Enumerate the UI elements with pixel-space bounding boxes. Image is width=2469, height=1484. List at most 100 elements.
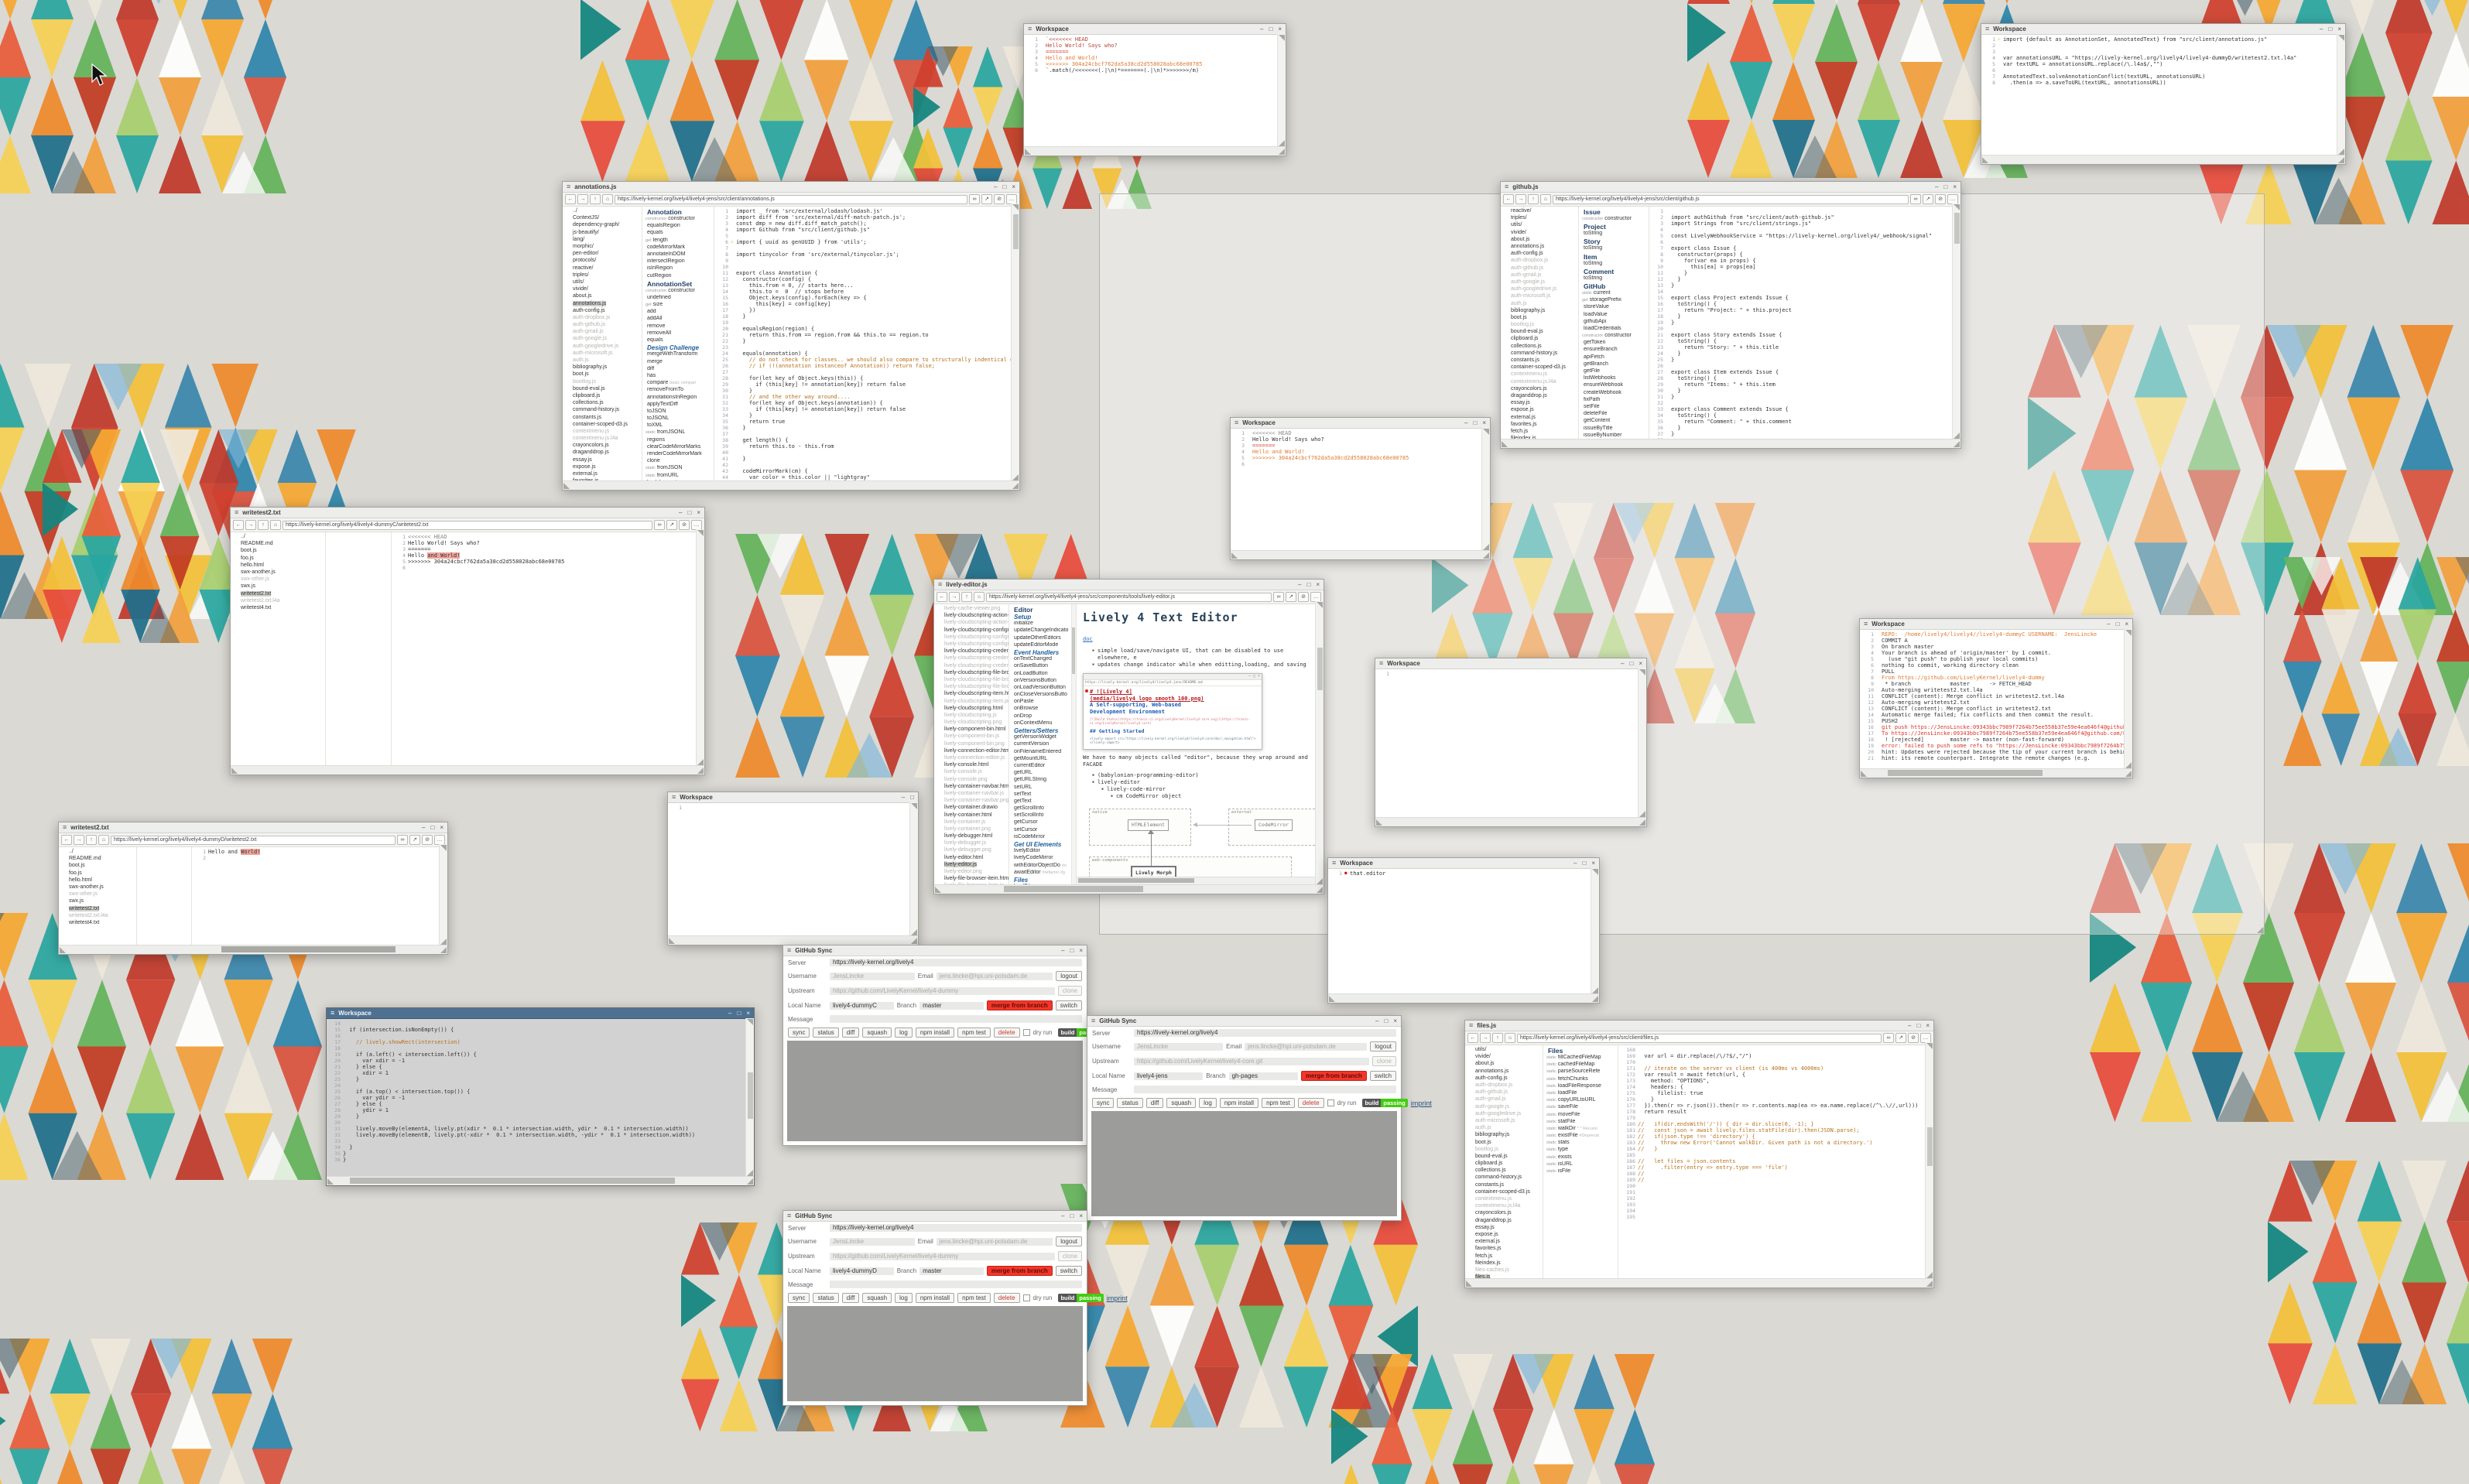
file-tree-item[interactable]: js-beautify/ — [563, 229, 642, 236]
file-tree-item[interactable]: auth-config.js — [1465, 1075, 1543, 1082]
forward-button[interactable]: → — [949, 592, 960, 602]
outline-item[interactable]: updateChangeIndicato — [1012, 627, 1071, 634]
outline-item[interactable]: comparebasic compari — [646, 380, 714, 387]
minimize-icon[interactable]: – — [422, 822, 425, 833]
file-tree-item[interactable]: clipboard.js — [563, 392, 642, 399]
back-button[interactable]: ← — [565, 194, 576, 204]
file-tree-item[interactable]: auth.js — [1501, 299, 1578, 306]
code-editor[interactable]: 1REPO: /home/lively4/lively4//lively4-du… — [1860, 630, 2132, 768]
npm-install-button[interactable]: npm install — [916, 1293, 954, 1303]
outline-item[interactable]: add — [646, 309, 714, 316]
file-tree-item[interactable]: auth-google.js — [1465, 1103, 1543, 1110]
outline-item[interactable]: onFilenameEntered — [1012, 749, 1071, 756]
code-editor[interactable]: 1`<<<<<<< HEAD2Hello World! Says who?3==… — [1024, 35, 1286, 146]
file-tree-item[interactable]: lively-console.png — [934, 776, 1008, 783]
vertical-scrollbar[interactable] — [1315, 601, 1324, 885]
file-tree-item[interactable]: draganddrop.js — [563, 449, 642, 456]
outline-item[interactable]: onPaste — [1012, 699, 1071, 706]
file-tree-item[interactable]: lively-cache-viewer.png — [934, 605, 1008, 612]
clone-button[interactable]: clone — [1058, 1251, 1082, 1261]
url-input[interactable]: https://lively-kernel.org/lively4/lively… — [1517, 1034, 1882, 1043]
text-editor[interactable]: 1Hello and World!2 — [192, 847, 447, 945]
file-tree-item[interactable]: auth-github.js — [1465, 1089, 1543, 1096]
outline-item[interactable]: addAll — [646, 316, 714, 323]
file-tree-item[interactable]: triples/ — [1501, 214, 1578, 221]
home-button[interactable]: ⌂ — [98, 835, 109, 845]
status-button[interactable]: status — [813, 1293, 838, 1303]
file-tree-item[interactable]: lively-cloudscripting-item.pn — [934, 697, 1008, 704]
outline-item[interactable]: isCodeMirror — [1012, 834, 1071, 841]
minimize-icon[interactable]: – — [679, 508, 682, 518]
file-tree-item[interactable]: vivide/ — [1465, 1053, 1543, 1060]
file-tree-item[interactable]: hello.html — [231, 562, 325, 569]
upstream-input[interactable]: https://github.com/LivelyKernel/lively4-… — [830, 987, 1055, 995]
outline-item[interactable]: toXML — [646, 422, 714, 429]
maximize-icon[interactable]: □ — [2328, 24, 2332, 34]
up-button[interactable]: ↑ — [590, 194, 601, 204]
file-tree-item[interactable]: lively-cloudscripting-credent — [934, 648, 1008, 655]
outline-item[interactable]: ensureBranch — [1582, 347, 1649, 354]
outline-item[interactable]: onVersionsButton — [1012, 678, 1071, 685]
outline-item[interactable]: awaitEditor#refactor #g — [1012, 870, 1071, 877]
file-tree-item[interactable]: expose.js — [563, 463, 642, 470]
file-tree-item[interactable]: README.md — [59, 855, 136, 862]
outline-item[interactable]: createWebhook — [1582, 390, 1649, 397]
delete-button[interactable]: delete — [1298, 1098, 1324, 1108]
outline-item[interactable]: Setup — [1012, 614, 1071, 621]
up-button[interactable]: ↑ — [1528, 194, 1539, 204]
maximize-icon[interactable]: □ — [1306, 580, 1310, 590]
window-titlebar[interactable]: ≡ Workspace –□× — [1328, 858, 1599, 869]
file-tree-item[interactable]: lively-component-bin.js — [934, 733, 1008, 740]
outline-item[interactable]: getToken — [1582, 340, 1649, 347]
cancel-icon[interactable]: ⊘ — [679, 520, 690, 530]
file-tree-item[interactable]: draganddrop.js — [1465, 1217, 1543, 1224]
back-button[interactable]: ← — [1467, 1033, 1478, 1043]
clone-button[interactable]: clone — [1058, 986, 1082, 996]
file-tree-item[interactable]: lively-cloudscripting-configu — [934, 641, 1008, 648]
file-tree-item[interactable]: lively-cloudscripting-item.htm — [934, 690, 1008, 697]
outline-item[interactable]: Event Handlers — [1012, 649, 1071, 656]
minimize-icon[interactable]: – — [994, 182, 997, 192]
url-input[interactable]: https://lively-kernel.org/lively4/lively… — [986, 593, 1272, 602]
file-tree-item[interactable]: favorites.js — [1501, 421, 1578, 428]
file-tree-item[interactable]: auth-gmail.js — [1465, 1096, 1543, 1103]
outline-item[interactable]: staticfromJSON — [646, 465, 714, 472]
file-tree-item[interactable]: foo.js — [231, 555, 325, 562]
file-tree-item[interactable]: auth-dropbox.js — [1501, 257, 1578, 264]
maximize-icon[interactable]: □ — [2115, 619, 2119, 629]
outline-item[interactable]: undefined — [646, 295, 714, 302]
branch-input[interactable]: master — [919, 1002, 984, 1010]
window-titlebar[interactable]: ≡ GitHub Sync –□× — [783, 1211, 1087, 1222]
window-menu-icon[interactable]: ≡ — [1379, 658, 1383, 668]
switch-button[interactable]: switch — [1056, 1266, 1082, 1276]
file-tree-item[interactable]: lively-cloudscripting.png — [934, 719, 1008, 726]
file-tree-item[interactable]: container-scoped-d3.js — [1501, 364, 1578, 371]
vertical-scrollbar[interactable] — [1481, 428, 1490, 551]
file-tree-item[interactable]: writetest2.txt.l4a — [231, 597, 325, 604]
outline-item[interactable]: getMountURL — [1012, 756, 1071, 763]
message-input[interactable] — [830, 1015, 1082, 1023]
diff-button[interactable]: diff — [1146, 1098, 1164, 1108]
file-tree-item[interactable]: auth-dropbox.js — [563, 314, 642, 321]
close-icon[interactable]: × — [1079, 945, 1083, 956]
file-tree-item[interactable]: lively-cloudscripting-configu — [934, 634, 1008, 641]
outline-item[interactable]: isInRegion — [646, 265, 714, 272]
minimize-icon[interactable]: – — [1061, 945, 1064, 956]
forward-button[interactable]: → — [577, 194, 588, 204]
file-tree-item[interactable]: container-scoped-d3.js — [1465, 1188, 1543, 1195]
window-titlebar[interactable]: ≡ Workspace –□× — [1231, 418, 1490, 429]
file-tree-item[interactable]: ../ — [59, 848, 136, 855]
file-tree-item[interactable]: lively-console.js — [934, 768, 1008, 775]
close-icon[interactable]: × — [746, 1008, 750, 1018]
horizontal-scrollbar[interactable] — [59, 945, 447, 954]
file-tree-item[interactable]: pen-editor/ — [563, 250, 642, 257]
file-tree-item[interactable]: contextmenu.js.l4a — [1465, 1202, 1543, 1209]
outline-item[interactable]: githubApi — [1582, 319, 1649, 326]
file-tree-item[interactable]: auth-googledrive.js — [1465, 1110, 1543, 1117]
horizontal-scrollbar[interactable] — [1860, 768, 2132, 778]
file-tree-item[interactable]: writetest4.txt — [59, 919, 136, 926]
file-tree-item[interactable]: auth-gmail.js — [563, 328, 642, 335]
branch-input[interactable]: gh-pages — [1229, 1072, 1298, 1080]
file-tree-item[interactable]: crayoncolors.js — [563, 442, 642, 449]
file-tree-item[interactable]: reactive/ — [1501, 207, 1578, 214]
